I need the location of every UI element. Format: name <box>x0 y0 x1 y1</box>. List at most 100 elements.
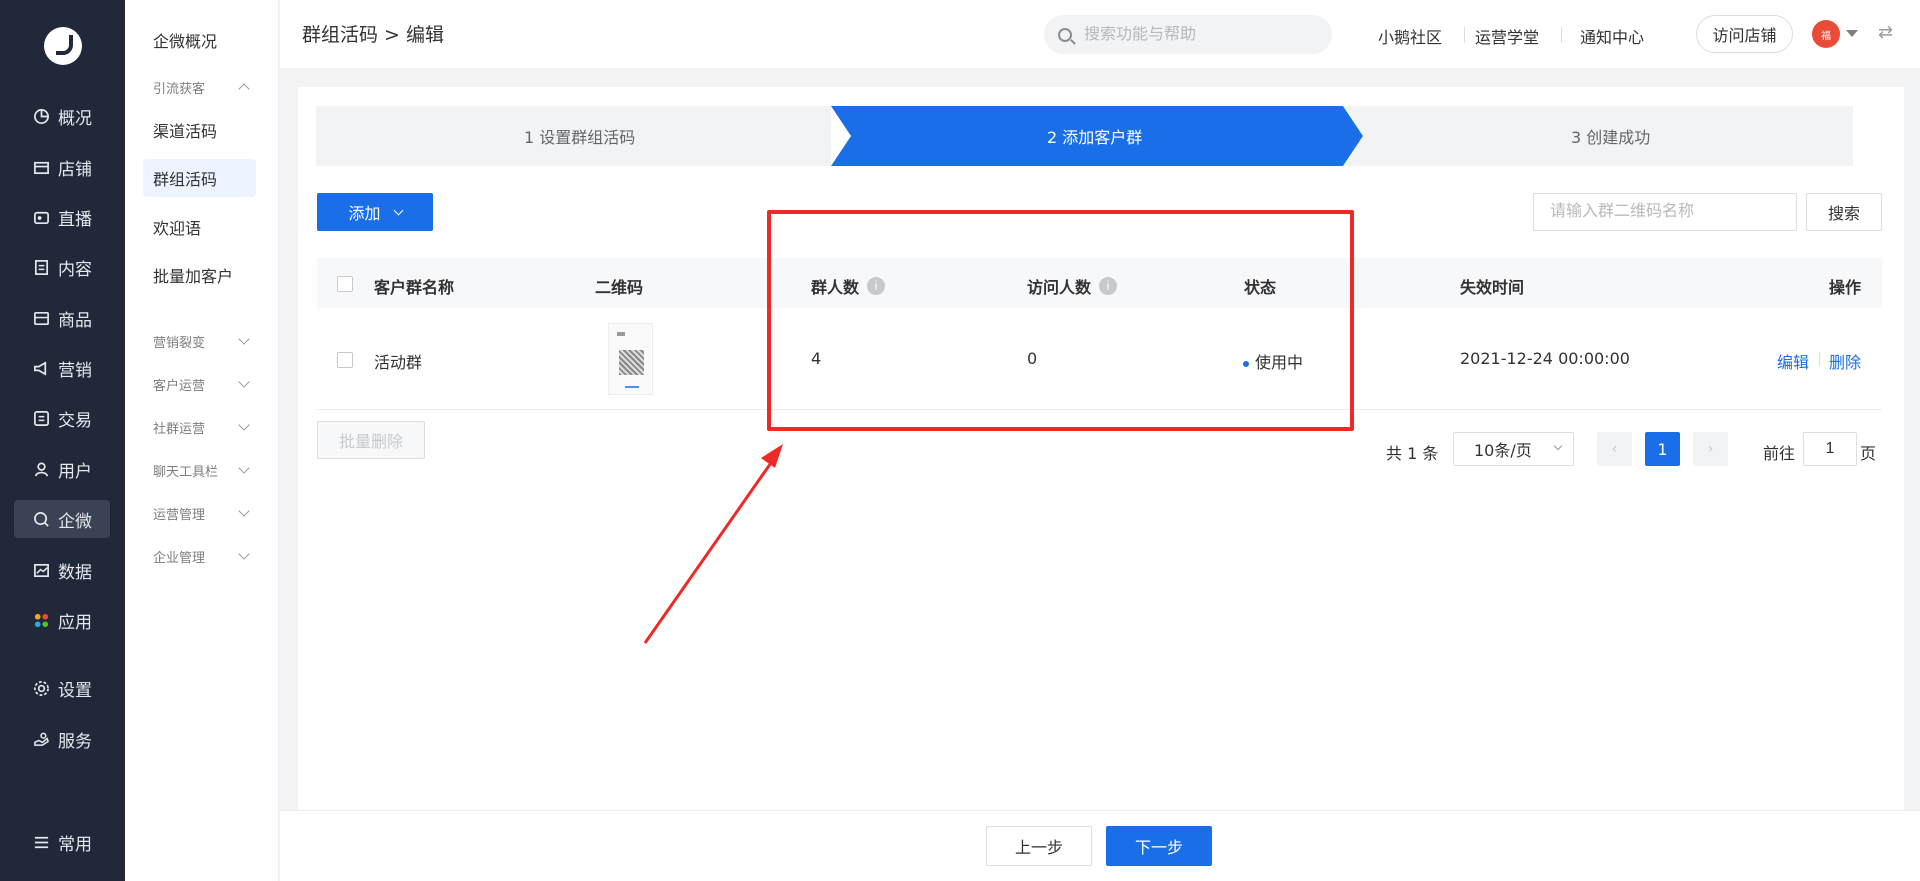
link-notifications[interactable]: 通知中心 <box>1580 24 1644 48</box>
prev-page-button[interactable]: ‹ <box>1597 432 1632 466</box>
gear-icon <box>32 679 50 697</box>
link-academy[interactable]: 运营学堂 <box>1475 24 1539 48</box>
subnav-overview[interactable]: 企微概况 <box>143 21 256 59</box>
sidebar-item-wecom[interactable]: 企微 <box>14 500 110 538</box>
brand-logo[interactable] <box>44 27 82 65</box>
goto-page-input[interactable] <box>1803 432 1857 466</box>
subnav-group-customer-ops[interactable]: 客户运营 <box>143 372 256 396</box>
batch-delete-button[interactable]: 批量删除 <box>317 421 425 459</box>
sidebar-item-common[interactable]: 常用 <box>14 823 110 861</box>
chevron-down-icon <box>1553 441 1563 451</box>
swap-icon[interactable]: ⇄ <box>1878 24 1896 42</box>
step-progress: 1 设置群组活码 2 添加客户群 3 创建成功 <box>316 106 1853 166</box>
subnav-group-label: 社群运营 <box>153 421 206 437</box>
next-step-button[interactable]: 下一步 <box>1106 826 1212 866</box>
chevron-down-icon <box>238 376 250 388</box>
sidebar-item-apps[interactable]: 应用 <box>14 601 110 639</box>
next-page-button[interactable]: › <box>1693 432 1728 466</box>
service-icon <box>32 730 50 748</box>
add-button[interactable]: 添加 <box>317 193 433 231</box>
search-button[interactable]: 搜索 <box>1806 193 1882 231</box>
subnav-channel-code[interactable]: 渠道活码 <box>143 111 256 149</box>
apps-icon <box>32 611 50 629</box>
step-2: 2 添加客户群 <box>1047 128 1143 147</box>
avatar[interactable]: 福 <box>1812 20 1840 48</box>
sidebar-item-settings[interactable]: 设置 <box>14 669 110 707</box>
divider <box>1464 27 1465 43</box>
step-1: 1 设置群组活码 <box>524 128 636 147</box>
sidebar-item-goods[interactable]: 商品 <box>14 299 110 337</box>
edit-link[interactable]: 编辑 <box>1777 349 1809 373</box>
subnav-group-marketing[interactable]: 营销裂变 <box>143 329 256 353</box>
qr-code-icon <box>619 350 644 375</box>
global-search[interactable] <box>1044 15 1332 54</box>
divider <box>1819 352 1820 366</box>
subnav-welcome[interactable]: 欢迎语 <box>143 208 256 246</box>
sidebar-item-label: 企微 <box>58 511 92 532</box>
chevron-down-icon <box>238 548 250 560</box>
cell-expire-time: 2021-12-24 00:00:00 <box>1460 349 1630 368</box>
cell-group-name: 活动群 <box>374 353 423 372</box>
document-icon <box>32 258 50 276</box>
subnav-group-community[interactable]: 社群运营 <box>143 415 256 439</box>
sidebar-item-data[interactable]: 数据 <box>14 551 110 589</box>
subnav-group-enterprise[interactable]: 企业管理 <box>143 544 256 568</box>
visit-store-button[interactable]: 访问店铺 <box>1696 15 1793 53</box>
sidebar-item-content[interactable]: 内容 <box>14 248 110 286</box>
sidebar-item-live[interactable]: 直播 <box>14 198 110 236</box>
store-icon <box>32 158 50 176</box>
sidebar-item-marketing[interactable]: 营销 <box>14 349 110 387</box>
link-community[interactable]: 小鹅社区 <box>1378 24 1442 48</box>
sidebar-item-label: 商品 <box>58 310 92 331</box>
column-header-qrcode: 二维码 <box>595 278 644 297</box>
qr-code-thumbnail[interactable] <box>608 323 653 395</box>
subnav-group-chat-toolbar[interactable]: 聊天工具栏 <box>143 458 256 482</box>
data-icon <box>32 561 50 579</box>
sidebar-item-service[interactable]: 服务 <box>14 720 110 758</box>
search-input[interactable] <box>1084 25 1304 44</box>
breadcrumb: 群组活码 > 编辑 <box>302 24 444 46</box>
footer-bar <box>280 810 1920 881</box>
row-checkbox[interactable] <box>337 352 353 368</box>
page-size-select[interactable]: 10条/页 <box>1453 432 1574 466</box>
step-3: 3 创建成功 <box>1571 128 1651 147</box>
user-icon <box>32 460 50 478</box>
divider <box>1561 27 1562 43</box>
chevron-down-icon <box>238 333 250 345</box>
chat-icon <box>32 510 50 528</box>
subnav-group-label: 营销裂变 <box>153 335 206 351</box>
chevron-up-icon <box>238 83 250 95</box>
caret-down-icon[interactable] <box>1846 30 1858 37</box>
goto-label: 前往 <box>1763 444 1796 463</box>
subnav-group-traffic[interactable]: 引流获客 <box>143 75 256 99</box>
sidebar-item-users[interactable]: 用户 <box>14 450 110 488</box>
prev-step-button[interactable]: 上一步 <box>986 826 1092 866</box>
subnav-group-label: 企业管理 <box>153 550 206 566</box>
sidebar-item-overview[interactable]: 概况 <box>14 97 110 135</box>
subnav-group-label: 引流获客 <box>153 81 206 97</box>
bag-icon <box>32 309 50 327</box>
sidebar-item-label: 设置 <box>58 680 92 701</box>
subnav-group-label: 聊天工具栏 <box>153 464 219 480</box>
sidebar-item-trade[interactable]: 交易 <box>14 399 110 437</box>
megaphone-icon <box>32 359 50 377</box>
subnav-batch-add[interactable]: 批量加客户 <box>143 256 256 294</box>
pie-chart-icon <box>32 107 50 125</box>
sidebar-item-label: 服务 <box>58 731 92 752</box>
sidebar-item-store[interactable]: 店铺 <box>14 148 110 186</box>
page-suffix: 页 <box>1860 444 1877 463</box>
add-button-label: 添加 <box>348 204 381 223</box>
page-number-current[interactable]: 1 <box>1645 432 1680 466</box>
select-all-checkbox[interactable] <box>337 276 353 292</box>
sidebar-item-label: 用户 <box>58 461 92 482</box>
delete-link[interactable]: 删除 <box>1829 349 1861 373</box>
sidebar-item-label: 店铺 <box>58 159 92 180</box>
sidebar-item-label: 直播 <box>58 209 92 230</box>
subnav-group-code[interactable]: 群组活码 <box>143 159 256 197</box>
sidebar-item-label: 营销 <box>58 360 92 381</box>
subnav-group-operations[interactable]: 运营管理 <box>143 501 256 525</box>
group-name-search-input[interactable] <box>1533 193 1797 231</box>
search-icon <box>1058 27 1072 42</box>
sidebar-item-label: 常用 <box>58 834 92 855</box>
trade-icon <box>32 409 50 427</box>
